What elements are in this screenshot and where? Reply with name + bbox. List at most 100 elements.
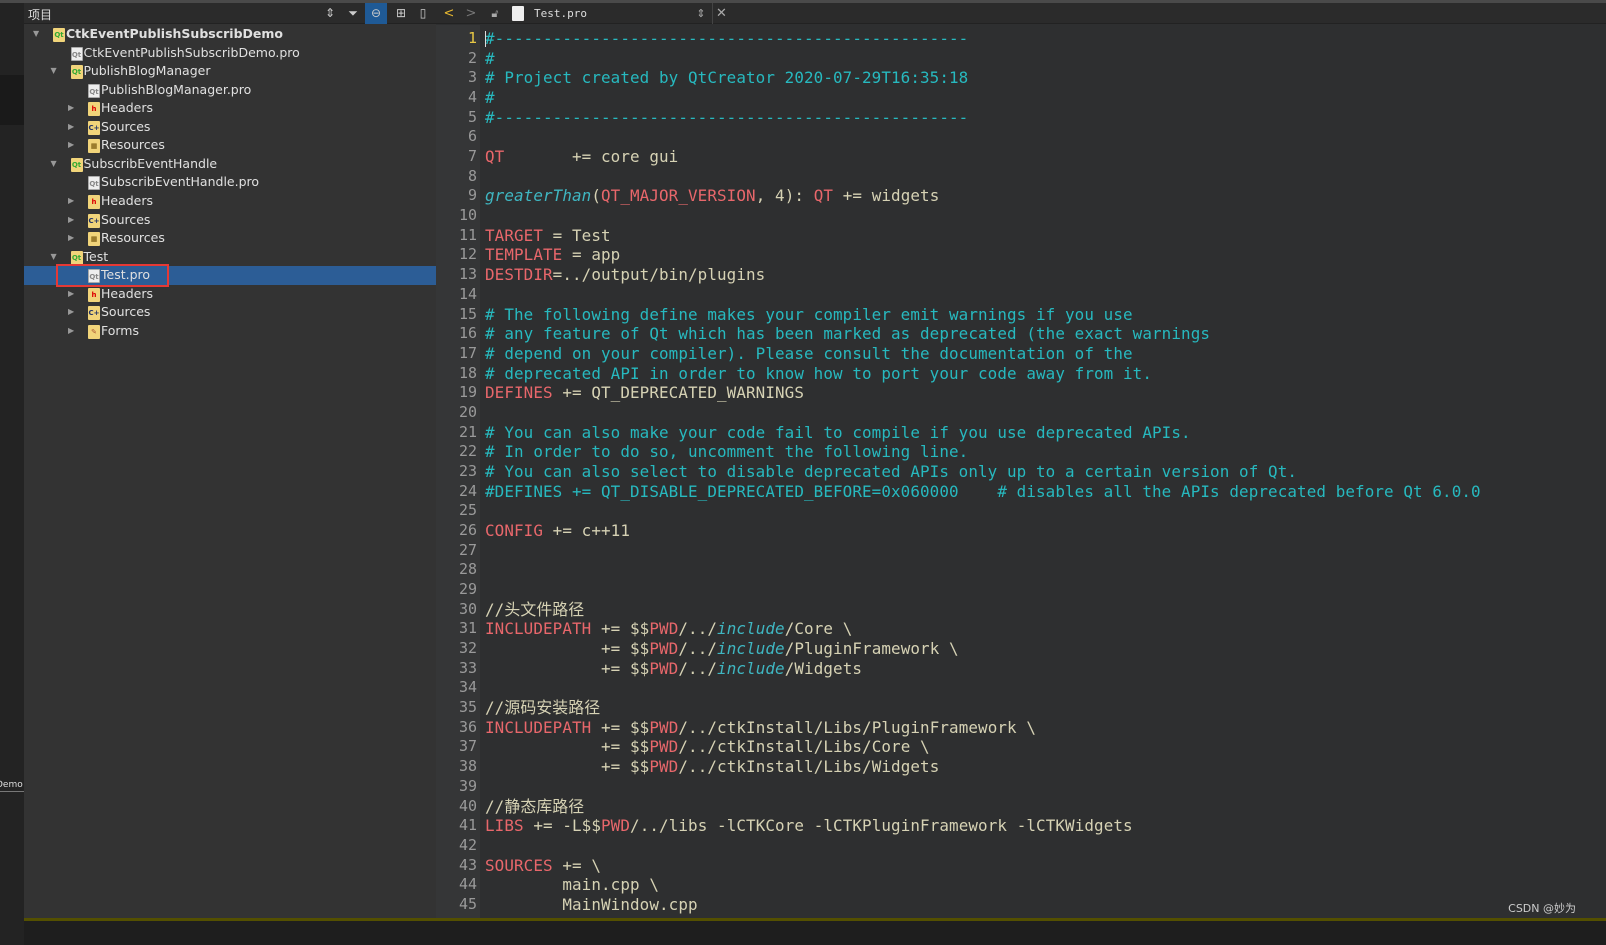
tree-item[interactable]: ▶ h Headers — [24, 192, 436, 211]
code-token: greaterThan — [485, 186, 592, 206]
line-number: 11 — [458, 225, 477, 244]
collapsed-arrow-icon[interactable]: ▶ — [68, 118, 74, 137]
tree-item[interactable]: ▶ ▦ Resources — [24, 229, 436, 248]
line-number: 28 — [458, 560, 477, 579]
forward-arrow-icon[interactable]: > — [462, 3, 480, 24]
tree-item-label: CtkEventPublishSubscribDemo — [66, 26, 283, 41]
code-token: += $$ — [591, 717, 650, 737]
tree-item[interactable]: ▶ C+ Sources — [24, 303, 436, 322]
link-icon[interactable]: ⊖ — [365, 3, 387, 24]
tree-item[interactable]: ▼ Qt SubscribEventHandle — [24, 155, 436, 174]
code-line: LIBS += -L$$PWD/../libs -lCTKCore -lCTKP… — [485, 816, 1133, 836]
code-token: # In order to do so, uncomment the follo… — [485, 442, 969, 462]
mode-sidebar-block — [0, 75, 24, 125]
code-token: # You can also make your code fail to co… — [485, 422, 1191, 442]
code-token: LIBS — [485, 816, 524, 836]
code-editor[interactable]: #---------------------------------------… — [480, 25, 1606, 918]
code-line: main.cpp \ — [485, 875, 659, 895]
tree-item[interactable]: ▶ C+ Sources — [24, 211, 436, 230]
tree-item[interactable]: ▶ h Headers — [24, 99, 436, 118]
code-token: /../libs -lCTKCore -lCTKPluginFramework … — [630, 816, 1133, 836]
code-line: # — [485, 49, 495, 69]
collapsed-arrow-icon[interactable]: ▶ — [68, 303, 74, 322]
expanded-arrow-icon[interactable]: ▼ — [51, 62, 57, 81]
tree-item-label: Resources — [101, 137, 165, 153]
tree-item[interactable]: ▶ ✎ Forms — [24, 322, 436, 341]
line-number: 20 — [458, 402, 477, 421]
code-token: TARGET — [485, 225, 544, 245]
collapsed-arrow-icon[interactable]: ▶ — [68, 285, 74, 304]
close-panel-icon[interactable]: ▯ — [412, 3, 434, 24]
code-token: INCLUDEPATH — [485, 619, 592, 639]
project-selector-fragment[interactable]: Demo — [0, 780, 23, 790]
collapsed-arrow-icon[interactable]: ▶ — [68, 192, 74, 211]
open-file-name[interactable]: Test.pro — [534, 3, 587, 24]
code-line: QT += core gui — [485, 147, 678, 167]
editor-toolbar: < > 🔓︎ Test.pro ⇕ ✕ — [436, 3, 1606, 24]
code-token: += -L$$ — [523, 816, 602, 836]
code-token: /../ — [678, 619, 718, 639]
code-token: += QT_DEPRECATED_WARNINGS — [552, 383, 805, 403]
pro-file-icon: Qt — [88, 176, 100, 191]
expanded-arrow-icon[interactable]: ▼ — [51, 155, 57, 174]
line-number: 43 — [458, 855, 477, 874]
code-token: += $$ — [485, 757, 650, 777]
line-number: 34 — [458, 678, 477, 697]
code-token: # any feature of Qt which has been marke… — [485, 324, 1211, 344]
code-token: /../ctkInstall/Libs/Core \ — [678, 737, 930, 757]
unlock-icon[interactable]: 🔓︎ — [486, 3, 504, 24]
code-token: //源码安装路径 — [485, 698, 601, 718]
tree-item[interactable]: Qt PublishBlogManager.pro — [24, 81, 436, 100]
line-number: 41 — [458, 816, 477, 835]
code-token: //静态库路径 — [485, 796, 585, 816]
code-token: MainWindow.cpp — [485, 894, 698, 914]
line-number: 29 — [458, 580, 477, 599]
collapsed-arrow-icon[interactable]: ▶ — [68, 136, 74, 155]
resources-folder-icon: ▦ — [88, 232, 100, 247]
code-token: #DEFINES += QT_DISABLE_DEPRECATED_BEFORE… — [485, 481, 1481, 501]
project-panel: 项目 ⇕ ⏷ ⊖ ⊞ ▯ ▼ Qt CtkEventPublishSubscribD… — [24, 3, 436, 918]
line-number: 38 — [458, 757, 477, 776]
code-token: include — [717, 658, 785, 678]
tree-item-label: Forms — [101, 322, 140, 338]
document-dropdown-icon[interactable]: ⇕ — [694, 3, 708, 24]
code-line: INCLUDEPATH += $$PWD/../include/Core \ — [485, 619, 852, 639]
line-number: 8 — [467, 166, 477, 185]
tree-item[interactable]: ▶ h Headers — [24, 285, 436, 304]
line-number: 21 — [458, 422, 477, 441]
tree-item-label: Headers — [101, 100, 154, 116]
split-add-icon[interactable]: ⊞ — [390, 3, 412, 24]
tree-item[interactable]: Qt SubscribEventHandle.pro — [24, 173, 436, 192]
collapsed-arrow-icon[interactable]: ▶ — [68, 229, 74, 248]
code-token: //头文件路径 — [485, 599, 585, 619]
divider — [0, 791, 24, 792]
project-panel-header: 项目 ⇕ ⏷ ⊖ ⊞ ▯ — [24, 3, 436, 24]
tree-item[interactable]: ▼ Qt PublishBlogManager — [24, 62, 436, 81]
collapsed-arrow-icon[interactable]: ▶ — [68, 322, 74, 341]
tree-item[interactable]: Qt CtkEventPublishSubscribDemo.pro — [24, 44, 436, 63]
code-token: # — [485, 88, 495, 108]
tree-item[interactable]: ▼ Qt CtkEventPublishSubscribDemo — [24, 25, 436, 44]
code-line: += $$PWD/../ctkInstall/Libs/Core \ — [485, 737, 930, 757]
code-line: DEFINES += QT_DEPRECATED_WARNINGS — [485, 383, 804, 403]
view-selector-updown-icon[interactable]: ⇕ — [322, 3, 338, 24]
tree-item[interactable]: ▶ ▦ Resources — [24, 136, 436, 155]
line-number: 40 — [458, 796, 477, 815]
headers-folder-icon: h — [88, 194, 100, 209]
line-number: 23 — [458, 461, 477, 480]
code-line: # In order to do so, uncomment the follo… — [485, 442, 968, 462]
tree-item[interactable]: ▶ C+ Sources — [24, 118, 436, 137]
back-arrow-icon[interactable]: < — [440, 3, 458, 24]
sources-folder-icon: C+ — [88, 306, 100, 321]
code-token: # — [485, 48, 495, 68]
collapsed-arrow-icon[interactable]: ▶ — [68, 99, 74, 118]
line-number: 5 — [467, 107, 477, 126]
collapsed-arrow-icon[interactable]: ▶ — [68, 211, 74, 230]
expanded-arrow-icon[interactable]: ▼ — [33, 25, 39, 44]
close-document-icon[interactable]: ✕ — [712, 3, 730, 24]
code-token: #---------------------------------------… — [485, 107, 969, 127]
tree-item-label: Sources — [101, 304, 151, 320]
filter-icon[interactable]: ⏷ — [342, 3, 364, 24]
line-number: 3 — [467, 68, 477, 87]
code-line: # deprecated API in order to know how to… — [485, 364, 1152, 384]
